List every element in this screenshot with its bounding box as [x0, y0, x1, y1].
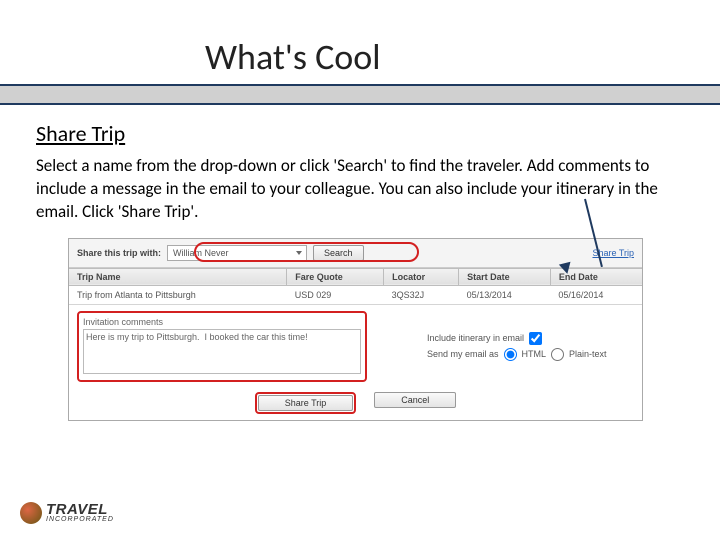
table-row: Trip from Atlanta to Pittsburgh USD 029 … — [69, 285, 642, 304]
highlight-oval — [194, 242, 419, 262]
share-trip-button[interactable]: Share Trip — [258, 395, 354, 411]
comment-input[interactable] — [83, 329, 361, 374]
logo-brand: TRAVEL — [46, 503, 114, 517]
th-end: End Date — [550, 268, 642, 285]
th-fare: Fare Quote — [287, 268, 384, 285]
th-trip-name: Trip Name — [69, 268, 287, 285]
share-with-label: Share this trip with: — [77, 248, 161, 258]
share-trip-link[interactable]: Share Trip — [592, 248, 634, 258]
td-end: 05/16/2014 — [550, 285, 642, 304]
cancel-button[interactable]: Cancel — [374, 392, 456, 408]
trip-table: Trip Name Fare Quote Locator Start Date … — [69, 268, 642, 305]
globe-icon — [20, 502, 42, 524]
html-label: HTML — [522, 349, 547, 359]
body-text: Select a name from the drop-down or clic… — [36, 155, 684, 224]
td-locator: 3QS32J — [384, 285, 459, 304]
send-as-label: Send my email as — [427, 349, 499, 359]
td-fare: USD 029 — [287, 285, 384, 304]
logo-subtitle: INCORPORATED — [46, 517, 114, 523]
comment-label: Invitation comments — [83, 317, 361, 327]
plaintext-radio[interactable] — [551, 348, 564, 361]
subtitle: Share Trip — [36, 120, 684, 147]
table-header-row: Trip Name Fare Quote Locator Start Date … — [69, 268, 642, 285]
highlight-share-button: Share Trip — [255, 392, 357, 414]
html-radio[interactable] — [504, 348, 517, 361]
th-locator: Locator — [384, 268, 459, 285]
share-trip-screenshot: Share this trip with: William Never Sear… — [68, 238, 643, 421]
plaintext-label: Plain-text — [569, 349, 607, 359]
th-start: Start Date — [459, 268, 551, 285]
include-itinerary-label: Include itinerary in email — [427, 333, 524, 343]
comment-section: Invitation comments — [77, 311, 367, 382]
td-start: 05/13/2014 — [459, 285, 551, 304]
slide-title: What's Cool — [0, 0, 720, 84]
travel-logo: TRAVEL INCORPORATED — [20, 502, 114, 524]
divider-bar — [0, 84, 720, 105]
email-options: Include itinerary in email Send my email… — [377, 329, 634, 364]
td-trip-name: Trip from Atlanta to Pittsburgh — [69, 285, 287, 304]
include-itinerary-checkbox[interactable] — [529, 332, 542, 345]
